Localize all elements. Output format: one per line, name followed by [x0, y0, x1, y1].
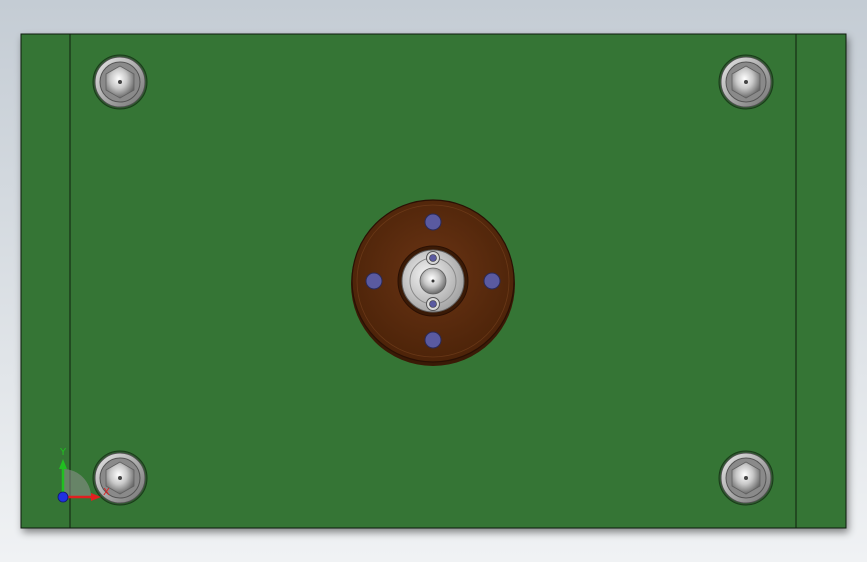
- model-canvas[interactable]: Y X: [0, 0, 867, 562]
- bolt-bottom-right[interactable]: [718, 450, 774, 506]
- bolt-center-point: [744, 476, 748, 480]
- bolt-top-left[interactable]: [92, 54, 148, 110]
- z-axis-dot-icon: [57, 491, 69, 503]
- hub-screw-top[interactable]: [426, 251, 440, 265]
- bolt-center-point: [744, 80, 748, 84]
- flange-hole-bottom[interactable]: [424, 331, 442, 349]
- bolt-center-point: [118, 476, 122, 480]
- screw-socket-icon: [429, 254, 437, 262]
- x-axis-label: X: [103, 487, 110, 498]
- flange-hole-top[interactable]: [424, 213, 442, 231]
- y-axis-label: Y: [59, 447, 67, 458]
- flange-hole-left[interactable]: [365, 272, 383, 290]
- cad-viewport[interactable]: Y X: [0, 0, 867, 562]
- flange-hole-right[interactable]: [483, 272, 501, 290]
- screw-socket-icon: [429, 300, 437, 308]
- hub-screw-bottom[interactable]: [426, 297, 440, 311]
- bolt-center-point: [118, 80, 122, 84]
- bolt-bottom-left[interactable]: [92, 450, 148, 506]
- bolt-top-right[interactable]: [718, 54, 774, 110]
- hub-center-point: [431, 279, 435, 283]
- flange-assembly[interactable]: [351, 199, 515, 366]
